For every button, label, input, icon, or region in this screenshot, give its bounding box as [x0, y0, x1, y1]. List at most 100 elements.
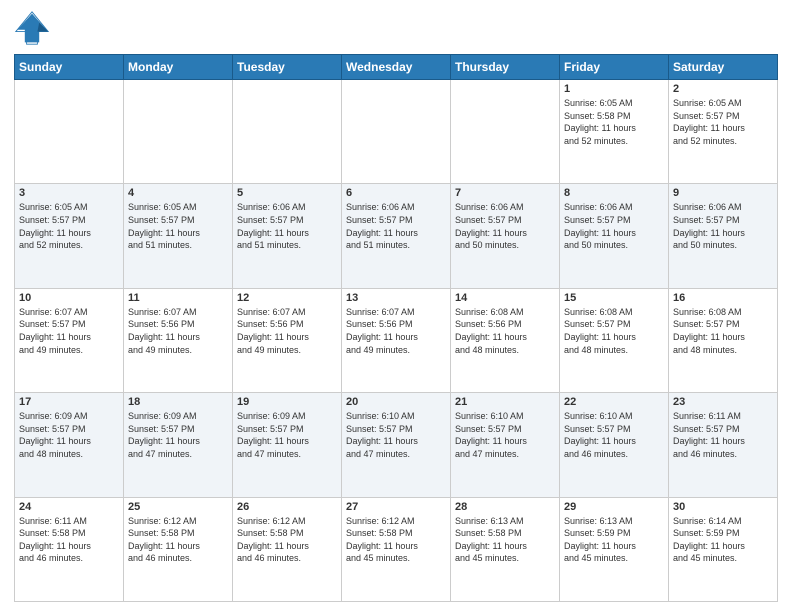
day-cell: 8 Sunrise: 6:06 AM Sunset: 5:57 PM Daylig…: [560, 184, 669, 288]
day-info: Sunrise: 6:11 AM Sunset: 5:57 PM Dayligh…: [673, 410, 773, 460]
day-cell: 23 Sunrise: 6:11 AM Sunset: 5:57 PM Dayli…: [669, 393, 778, 497]
day-number: 17: [19, 396, 119, 408]
day-cell: 20 Sunrise: 6:10 AM Sunset: 5:57 PM Dayli…: [342, 393, 451, 497]
day-cell: 18Sunrise: 6:09 AM Sunset: 5:57 PM Dayli…: [124, 393, 233, 497]
day-info: Sunrise: 6:13 AM Sunset: 5:59 PM Dayligh…: [564, 515, 664, 565]
day-cell: 22 Sunrise: 6:10 AM Sunset: 5:57 PM Dayli…: [560, 393, 669, 497]
day-number: 24: [19, 501, 119, 513]
week-row-5: 24 Sunrise: 6:11 AM Sunset: 5:58 PM Dayli…: [15, 497, 778, 601]
day-cell: 2 Sunrise: 6:05 AM Sunset: 5:57 PM Daylig…: [669, 80, 778, 184]
day-info: Sunrise: 6:07 AM Sunset: 5:57 PM Dayligh…: [19, 306, 119, 356]
day-info: Sunrise: 6:07 AM Sunset: 5:56 PM Dayligh…: [128, 306, 228, 356]
day-cell: 3Sunrise: 6:05 AM Sunset: 5:57 PM Daylig…: [15, 184, 124, 288]
weekday-header-thursday: Thursday: [451, 55, 560, 80]
day-info: Sunrise: 6:09 AM Sunset: 5:57 PM Dayligh…: [128, 410, 228, 460]
day-cell: 14Sunrise: 6:08 AM Sunset: 5:56 PM Dayli…: [451, 288, 560, 392]
day-cell: [233, 80, 342, 184]
day-info: Sunrise: 6:05 AM Sunset: 5:57 PM Dayligh…: [128, 201, 228, 251]
day-info: Sunrise: 6:13 AM Sunset: 5:58 PM Dayligh…: [455, 515, 555, 565]
day-cell: 30Sunrise: 6:14 AM Sunset: 5:59 PM Dayli…: [669, 497, 778, 601]
day-number: 4: [128, 187, 228, 199]
day-cell: [15, 80, 124, 184]
day-number: 21: [455, 396, 555, 408]
day-cell: 26 Sunrise: 6:12 AM Sunset: 5:58 PM Dayli…: [233, 497, 342, 601]
day-info: Sunrise: 6:10 AM Sunset: 5:57 PM Dayligh…: [455, 410, 555, 460]
week-row-1: 1 Sunrise: 6:05 AM Sunset: 5:58 PM Daylig…: [15, 80, 778, 184]
day-number: 8: [564, 187, 664, 199]
day-number: 14: [455, 292, 555, 304]
day-info: Sunrise: 6:14 AM Sunset: 5:59 PM Dayligh…: [673, 515, 773, 565]
weekday-header-saturday: Saturday: [669, 55, 778, 80]
week-row-3: 10 Sunrise: 6:07 AM Sunset: 5:57 PM Dayli…: [15, 288, 778, 392]
day-info: Sunrise: 6:06 AM Sunset: 5:57 PM Dayligh…: [455, 201, 555, 251]
day-info: Sunrise: 6:12 AM Sunset: 5:58 PM Dayligh…: [346, 515, 446, 565]
weekday-header-wednesday: Wednesday: [342, 55, 451, 80]
day-cell: 9Sunrise: 6:06 AM Sunset: 5:57 PM Daylig…: [669, 184, 778, 288]
day-number: 20: [346, 396, 446, 408]
day-number: 22: [564, 396, 664, 408]
calendar-table: SundayMondayTuesdayWednesdayThursdayFrid…: [14, 54, 778, 602]
day-number: 26: [237, 501, 337, 513]
weekday-header-monday: Monday: [124, 55, 233, 80]
day-number: 2: [673, 83, 773, 95]
day-number: 25: [128, 501, 228, 513]
day-info: Sunrise: 6:07 AM Sunset: 5:56 PM Dayligh…: [346, 306, 446, 356]
day-info: Sunrise: 6:09 AM Sunset: 5:57 PM Dayligh…: [19, 410, 119, 460]
day-info: Sunrise: 6:05 AM Sunset: 5:58 PM Dayligh…: [564, 97, 664, 147]
day-cell: 11 Sunrise: 6:07 AM Sunset: 5:56 PM Dayli…: [124, 288, 233, 392]
day-info: Sunrise: 6:06 AM Sunset: 5:57 PM Dayligh…: [237, 201, 337, 251]
day-number: 12: [237, 292, 337, 304]
day-info: Sunrise: 6:10 AM Sunset: 5:57 PM Dayligh…: [346, 410, 446, 460]
day-cell: 28 Sunrise: 6:13 AM Sunset: 5:58 PM Dayli…: [451, 497, 560, 601]
day-info: Sunrise: 6:05 AM Sunset: 5:57 PM Dayligh…: [19, 201, 119, 251]
day-number: 1: [564, 83, 664, 95]
day-cell: [124, 80, 233, 184]
day-info: Sunrise: 6:08 AM Sunset: 5:57 PM Dayligh…: [673, 306, 773, 356]
day-cell: 29 Sunrise: 6:13 AM Sunset: 5:59 PM Dayli…: [560, 497, 669, 601]
weekday-header-sunday: Sunday: [15, 55, 124, 80]
day-number: 5: [237, 187, 337, 199]
day-cell: 25Sunrise: 6:12 AM Sunset: 5:58 PM Dayli…: [124, 497, 233, 601]
day-cell: 12 Sunrise: 6:07 AM Sunset: 5:56 PM Dayli…: [233, 288, 342, 392]
day-number: 19: [237, 396, 337, 408]
day-info: Sunrise: 6:05 AM Sunset: 5:57 PM Dayligh…: [673, 97, 773, 147]
week-row-4: 17 Sunrise: 6:09 AM Sunset: 5:57 PM Dayli…: [15, 393, 778, 497]
day-info: Sunrise: 6:09 AM Sunset: 5:57 PM Dayligh…: [237, 410, 337, 460]
day-number: 29: [564, 501, 664, 513]
day-number: 11: [128, 292, 228, 304]
day-cell: 10 Sunrise: 6:07 AM Sunset: 5:57 PM Dayli…: [15, 288, 124, 392]
logo: [14, 10, 54, 46]
day-cell: 6Sunrise: 6:06 AM Sunset: 5:57 PM Daylig…: [342, 184, 451, 288]
day-cell: 15 Sunrise: 6:08 AM Sunset: 5:57 PM Dayli…: [560, 288, 669, 392]
weekday-header-tuesday: Tuesday: [233, 55, 342, 80]
day-cell: 19 Sunrise: 6:09 AM Sunset: 5:57 PM Dayli…: [233, 393, 342, 497]
day-info: Sunrise: 6:06 AM Sunset: 5:57 PM Dayligh…: [564, 201, 664, 251]
header: [14, 10, 778, 46]
day-cell: 4 Sunrise: 6:05 AM Sunset: 5:57 PM Daylig…: [124, 184, 233, 288]
day-info: Sunrise: 6:12 AM Sunset: 5:58 PM Dayligh…: [237, 515, 337, 565]
day-number: 27: [346, 501, 446, 513]
logo-icon: [14, 10, 50, 46]
page: SundayMondayTuesdayWednesdayThursdayFrid…: [0, 0, 792, 612]
day-number: 23: [673, 396, 773, 408]
day-number: 28: [455, 501, 555, 513]
weekday-header-friday: Friday: [560, 55, 669, 80]
day-info: Sunrise: 6:06 AM Sunset: 5:57 PM Dayligh…: [346, 201, 446, 251]
week-row-2: 3Sunrise: 6:05 AM Sunset: 5:57 PM Daylig…: [15, 184, 778, 288]
weekday-header-row: SundayMondayTuesdayWednesdayThursdayFrid…: [15, 55, 778, 80]
day-cell: [342, 80, 451, 184]
day-info: Sunrise: 6:06 AM Sunset: 5:57 PM Dayligh…: [673, 201, 773, 251]
day-cell: 16Sunrise: 6:08 AM Sunset: 5:57 PM Dayli…: [669, 288, 778, 392]
day-info: Sunrise: 6:07 AM Sunset: 5:56 PM Dayligh…: [237, 306, 337, 356]
day-info: Sunrise: 6:08 AM Sunset: 5:57 PM Dayligh…: [564, 306, 664, 356]
day-cell: 21 Sunrise: 6:10 AM Sunset: 5:57 PM Dayli…: [451, 393, 560, 497]
day-number: 10: [19, 292, 119, 304]
day-info: Sunrise: 6:10 AM Sunset: 5:57 PM Dayligh…: [564, 410, 664, 460]
day-cell: 27 Sunrise: 6:12 AM Sunset: 5:58 PM Dayli…: [342, 497, 451, 601]
day-cell: 24 Sunrise: 6:11 AM Sunset: 5:58 PM Dayli…: [15, 497, 124, 601]
day-info: Sunrise: 6:11 AM Sunset: 5:58 PM Dayligh…: [19, 515, 119, 565]
day-cell: 1 Sunrise: 6:05 AM Sunset: 5:58 PM Daylig…: [560, 80, 669, 184]
day-cell: 7 Sunrise: 6:06 AM Sunset: 5:57 PM Daylig…: [451, 184, 560, 288]
day-number: 15: [564, 292, 664, 304]
day-number: 7: [455, 187, 555, 199]
